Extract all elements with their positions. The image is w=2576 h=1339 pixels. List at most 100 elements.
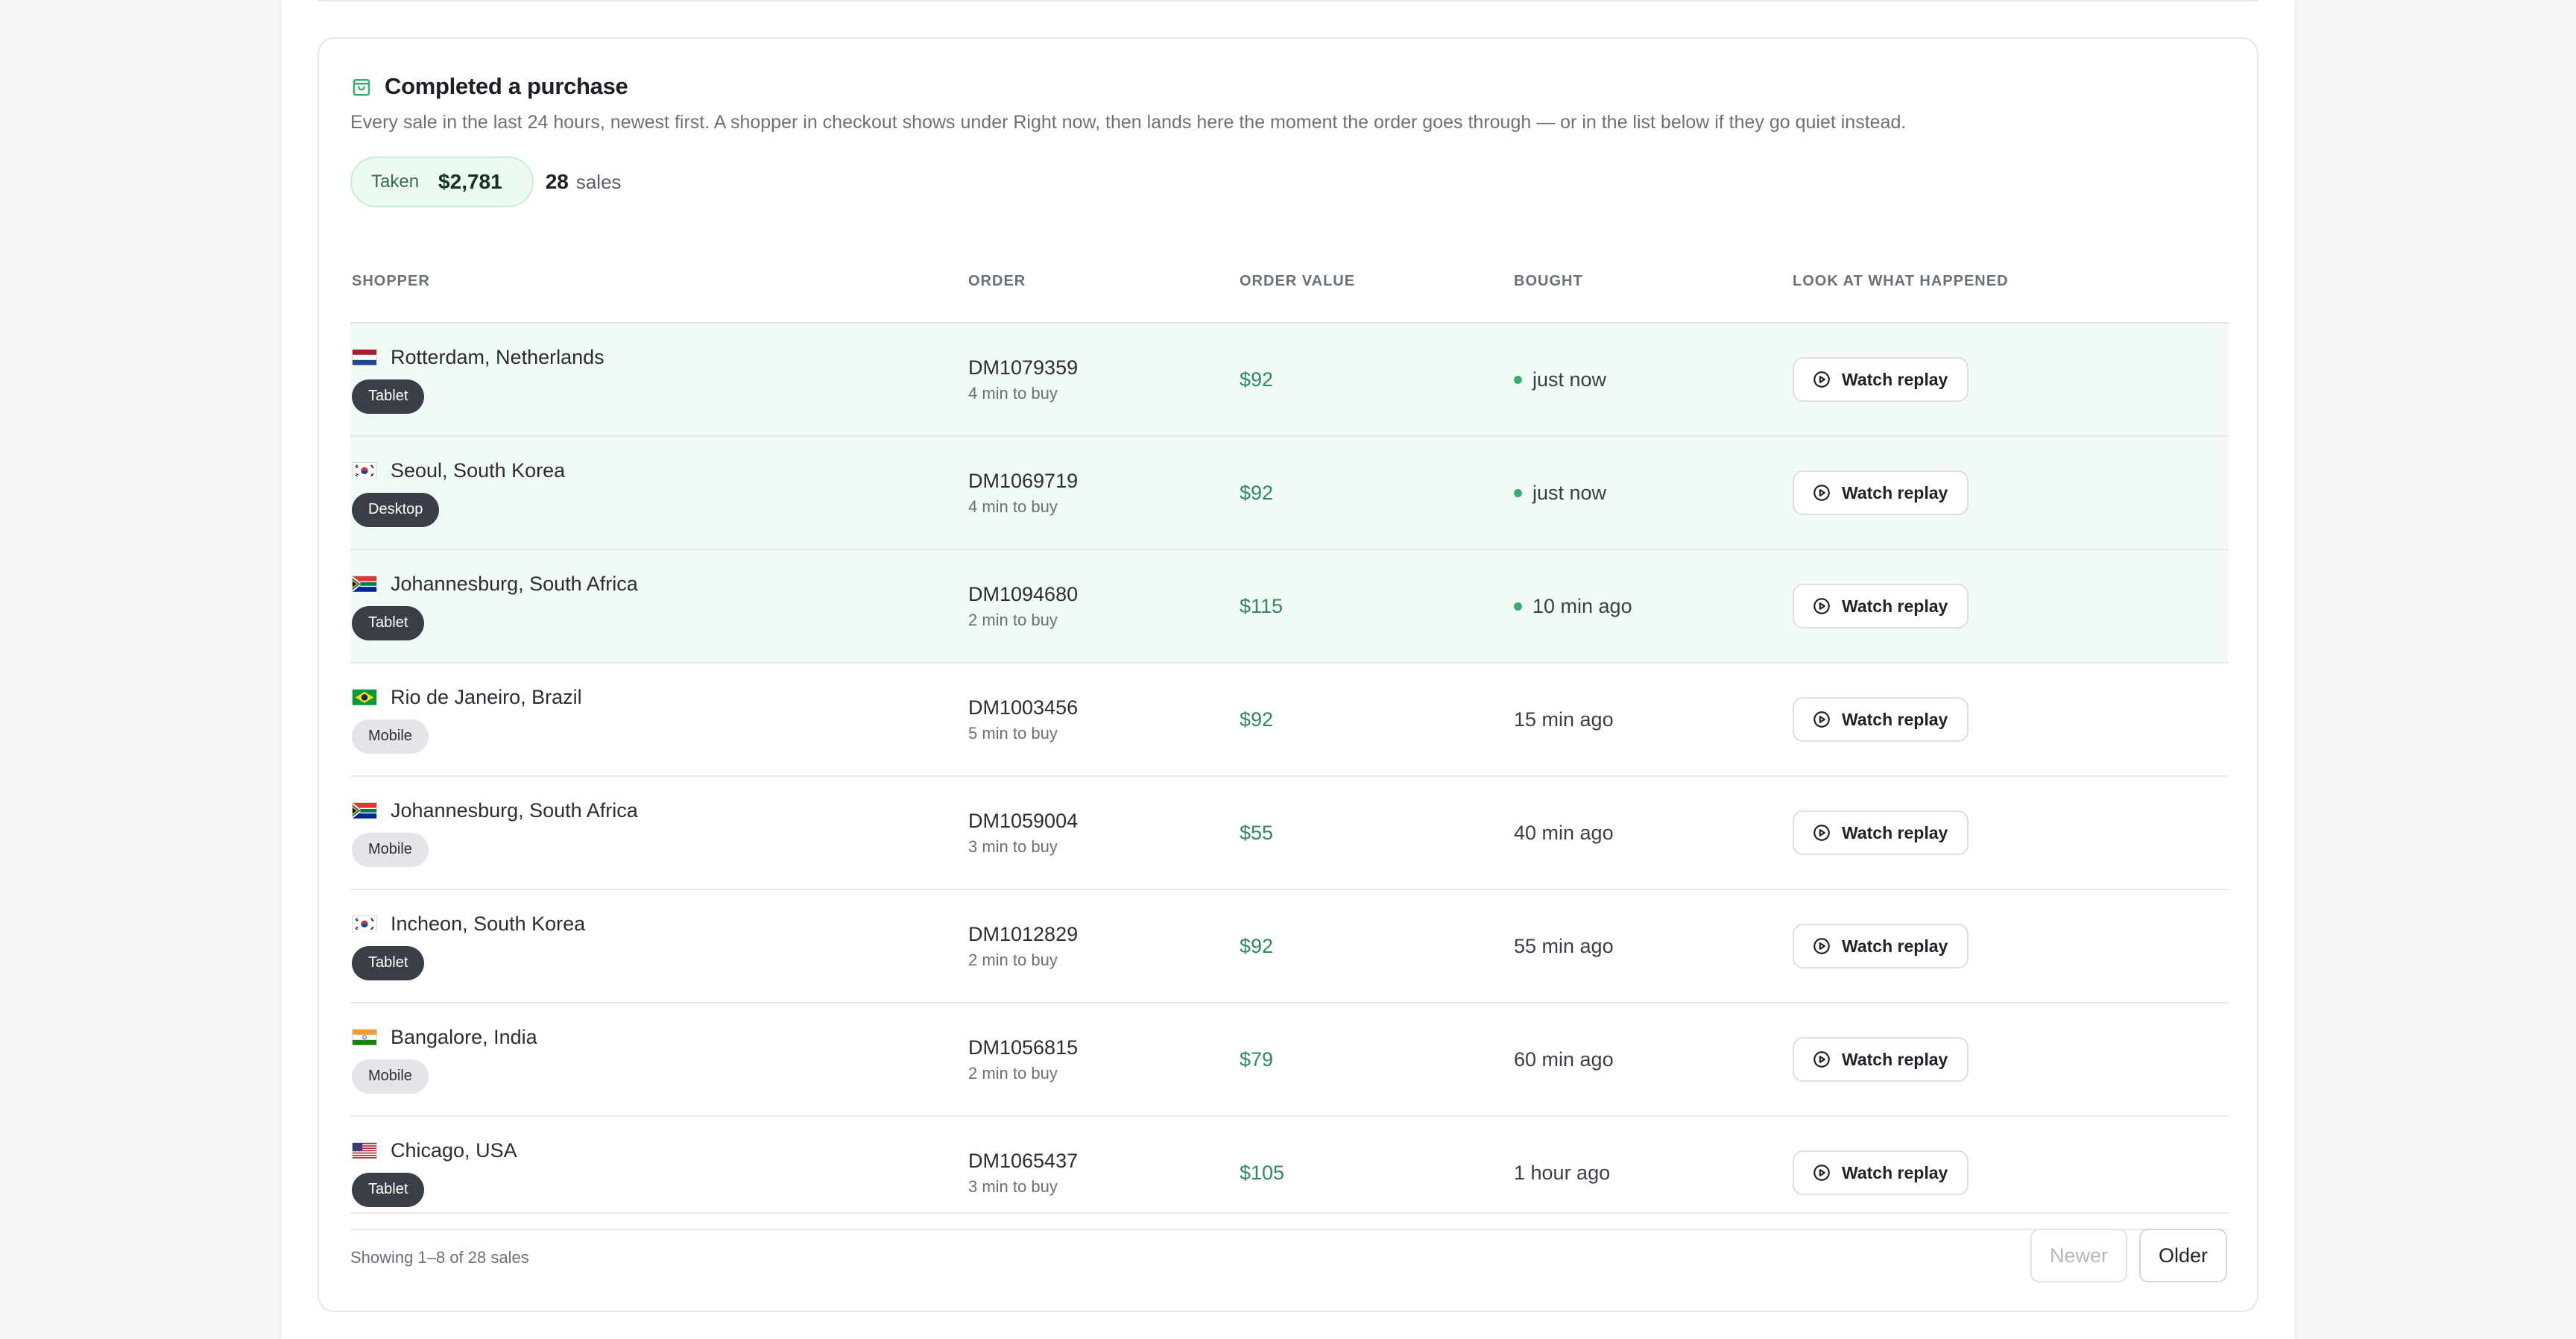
watch-replay-label: Watch replay [1842,936,1948,956]
bought-text: 1 hour ago [1514,1161,1611,1184]
order-value: $55 [1240,821,1274,844]
watch-replay-button[interactable]: Watch replay [1793,1037,1969,1082]
bought-cell: 10 min ago [1514,550,1793,662]
order-value: $92 [1240,708,1274,731]
watch-replay-label: Watch replay [1842,709,1948,729]
sales-count: 28 [545,170,569,193]
table-row: Rio de Janeiro, Brazil Mobile DM1003456 5 m… [350,664,2229,777]
top-divider [318,0,2258,1]
bought-cell: 60 min ago [1514,1004,1793,1115]
location-text: Rio de Janeiro, Brazil [391,685,582,708]
action-cell: Watch replay [1793,437,2229,549]
device-badge: Tablet [352,945,425,980]
footer-divider [350,1212,2229,1214]
bought-text: 40 min ago [1514,821,1614,844]
watch-replay-button[interactable]: Watch replay [1793,697,1969,742]
table-body: Rotterdam, Netherlands Tablet DM1079359 4 m… [350,324,2229,1230]
order-value-cell: $92 [1240,324,1514,435]
header-order-value: ORDER VALUE [1240,272,1356,289]
order-id: DM1003456 [968,696,1079,719]
shopper-location: Seoul, South Korea [352,459,968,482]
play-circle-icon [1812,1163,1831,1182]
flag-india-icon [352,1029,377,1045]
location-text: Johannesburg, South Africa [391,572,638,595]
header-order: ORDER [968,272,1026,289]
watch-replay-label: Watch replay [1842,596,1948,616]
time-to-buy: 5 min to buy [968,723,1058,743]
taken-badge: Taken $2,781 [350,157,534,207]
order-value: $92 [1240,934,1274,957]
shopper-cell: Rotterdam, Netherlands Tablet [350,324,968,435]
action-cell: Watch replay [1793,890,2229,1002]
bought-cell: 55 min ago [1514,890,1793,1002]
watch-replay-label: Watch replay [1842,1049,1948,1069]
order-id: DM1065437 [968,1149,1079,1172]
bought-time: just now [1514,368,1793,391]
watch-replay-button[interactable]: Watch replay [1793,470,1969,515]
table-row: Rotterdam, Netherlands Tablet DM1079359 4 m… [350,324,2229,437]
live-dot-icon [1514,488,1522,497]
order-value-cell: $92 [1240,664,1514,775]
shopper-cell: Johannesburg, South Africa Mobile [350,777,968,889]
older-page-button[interactable]: Older [2138,1229,2227,1282]
bought-time: just now [1514,482,1793,505]
sales-table: SHOPPER ORDER ORDER VALUE BOUGHT LOOK AT… [350,240,2229,1230]
newer-page-button[interactable]: Newer [2030,1229,2127,1282]
sales-count-label: sales [575,170,622,193]
bought-time: 1 hour ago [1514,1162,1793,1185]
watch-replay-button[interactable]: Watch replay [1793,357,1969,402]
bought-time: 10 min ago [1514,595,1793,618]
order-id: DM1012829 [968,922,1079,945]
card-title: Completed a purchase [385,73,628,99]
watch-replay-label: Watch replay [1842,369,1948,389]
order-value: $115 [1240,594,1284,617]
order-id: DM1069719 [968,469,1079,492]
order-value: $105 [1240,1161,1285,1184]
time-to-buy: 4 min to buy [968,383,1058,403]
table-header: SHOPPER ORDER ORDER VALUE BOUGHT LOOK AT… [350,240,2229,324]
bought-cell: just now [1514,437,1793,549]
time-to-buy: 4 min to buy [968,497,1058,516]
location-text: Rotterdam, Netherlands [391,345,604,368]
bought-time: 55 min ago [1514,935,1793,958]
watch-replay-label: Watch replay [1842,482,1948,502]
time-to-buy: 2 min to buy [968,610,1058,629]
device-badge: Mobile [352,719,429,754]
play-circle-icon [1812,823,1831,842]
play-circle-icon [1812,1050,1831,1069]
watch-replay-button[interactable]: Watch replay [1793,810,1969,855]
order-value-cell: $55 [1240,777,1514,889]
shopper-location: Chicago, USA [352,1139,968,1162]
taken-value: $2,781 [438,170,502,193]
bought-time: 40 min ago [1514,822,1793,845]
header-action: LOOK AT WHAT HAPPENED [1793,272,2009,289]
location-text: Bangalore, India [391,1025,537,1048]
flag-south-africa-icon [352,576,377,592]
location-text: Johannesburg, South Africa [391,798,638,822]
shopping-bag-icon [353,79,370,96]
shopper-location: Johannesburg, South Africa [352,573,968,596]
order-cell: DM1012829 2 min to buy [968,890,1240,1002]
shopper-location: Bangalore, India [352,1026,968,1049]
shopper-location: Incheon, South Korea [352,913,968,936]
shopper-location: Rio de Janeiro, Brazil [352,686,968,709]
flag-netherlands-icon [352,349,377,365]
order-cell: DM1056815 2 min to buy [968,1004,1240,1115]
order-cell: DM1003456 5 min to buy [968,664,1240,775]
order-cell: DM1094680 2 min to buy [968,550,1240,662]
watch-replay-button[interactable]: Watch replay [1793,1150,1969,1195]
time-to-buy: 2 min to buy [968,950,1058,969]
bought-cell: just now [1514,324,1793,435]
order-id: DM1079359 [968,356,1079,379]
table-row: Bangalore, India Mobile DM1056815 2 min to … [350,1004,2229,1117]
play-circle-icon [1812,936,1831,956]
play-circle-icon [1812,483,1831,502]
order-value: $79 [1240,1047,1274,1071]
flag-brazil-icon [352,689,377,705]
watch-replay-button[interactable]: Watch replay [1793,584,1969,628]
bought-text: 60 min ago [1514,1047,1614,1071]
watch-replay-button[interactable]: Watch replay [1793,924,1969,968]
order-value-cell: $92 [1240,890,1514,1002]
play-circle-icon [1812,370,1831,389]
order-value-cell: $92 [1240,437,1514,549]
